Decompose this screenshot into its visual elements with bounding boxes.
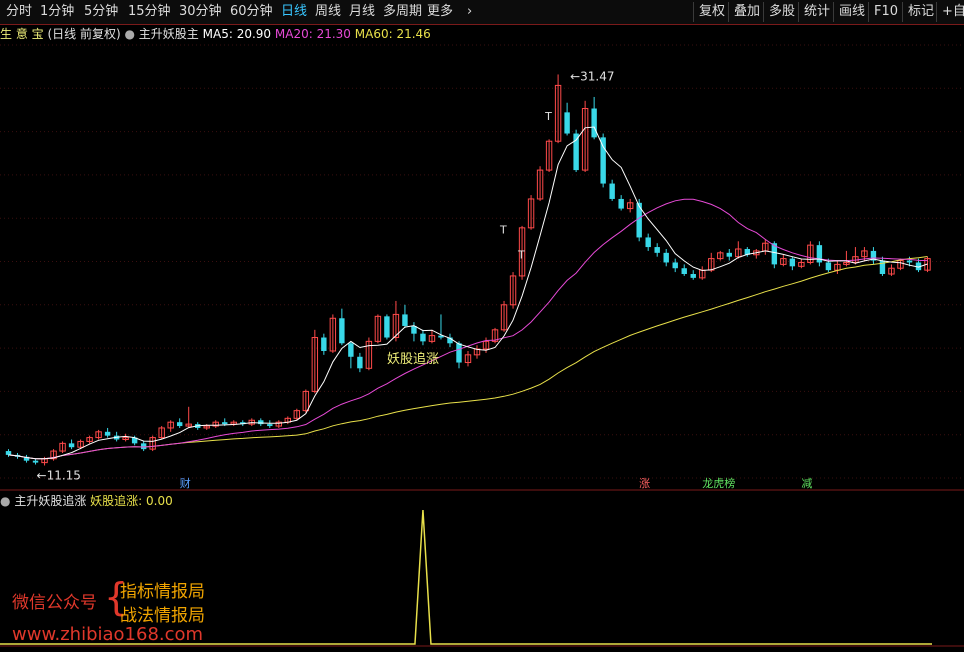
candle-body bbox=[600, 137, 606, 184]
low-price-label: ←11.15 bbox=[37, 468, 81, 482]
candle-body bbox=[104, 431, 111, 436]
event-tag: 减 bbox=[801, 477, 812, 490]
t-marker: T bbox=[499, 224, 507, 237]
candle-body bbox=[726, 252, 732, 257]
candle-body bbox=[456, 343, 462, 363]
candle-body bbox=[176, 422, 183, 427]
candle-body bbox=[402, 314, 408, 326]
candle-body bbox=[339, 318, 345, 344]
event-tag: 财 bbox=[180, 476, 191, 490]
candle-body bbox=[420, 333, 426, 342]
indicator-panel-value: 妖股追涨: 0.00 bbox=[90, 494, 173, 508]
candle-body bbox=[690, 274, 696, 278]
wechat-account-1: 指标情报局 bbox=[120, 582, 205, 602]
candle-body bbox=[573, 133, 579, 171]
candle-body bbox=[267, 424, 273, 427]
indicator-select-icon[interactable]: ● bbox=[0, 494, 10, 508]
candle-body bbox=[357, 356, 363, 369]
candle-body bbox=[591, 108, 597, 138]
candle-body bbox=[681, 268, 687, 275]
kline-chart[interactable]: ←31.47←11.15妖股追涨TTT财涨龙虎榜减 bbox=[0, 0, 964, 652]
candle-body bbox=[348, 343, 354, 357]
wechat-account-2: 战法情报局 bbox=[120, 606, 205, 626]
indicator-panel-name[interactable]: 主升妖股追涨 bbox=[14, 494, 86, 508]
candle-body bbox=[32, 460, 39, 463]
candle-body bbox=[663, 252, 669, 263]
candle-body bbox=[384, 316, 390, 338]
t-marker: T bbox=[544, 110, 552, 123]
ma5-line bbox=[8, 126, 928, 460]
candle-body bbox=[222, 422, 228, 425]
candle-body bbox=[5, 451, 12, 455]
ma20-line bbox=[8, 198, 928, 460]
candle-body bbox=[618, 198, 624, 209]
candle-body bbox=[825, 262, 832, 271]
candle-body bbox=[140, 443, 147, 450]
candle-body bbox=[609, 183, 615, 199]
high-price-label: ←31.47 bbox=[570, 69, 614, 83]
candle-body bbox=[636, 202, 642, 238]
candle-body bbox=[906, 260, 913, 263]
candle-body bbox=[68, 443, 75, 448]
signal-label: 妖股追涨 bbox=[387, 351, 439, 367]
t-marker: T bbox=[517, 249, 525, 262]
indicator-legend: ● 主升妖股追涨 妖股追涨: 0.00 bbox=[0, 492, 173, 510]
website-url[interactable]: www.zhibiao168.com bbox=[12, 624, 203, 645]
event-tag: 龙虎榜 bbox=[702, 476, 735, 490]
candle-body bbox=[789, 258, 796, 267]
candle-body bbox=[672, 262, 678, 269]
candle-body bbox=[321, 337, 327, 351]
candle-body bbox=[654, 247, 660, 253]
event-tag: 涨 bbox=[639, 477, 650, 490]
candle-body bbox=[645, 237, 651, 248]
wechat-label: 微信公众号 bbox=[12, 593, 97, 613]
candle-body bbox=[564, 112, 570, 134]
